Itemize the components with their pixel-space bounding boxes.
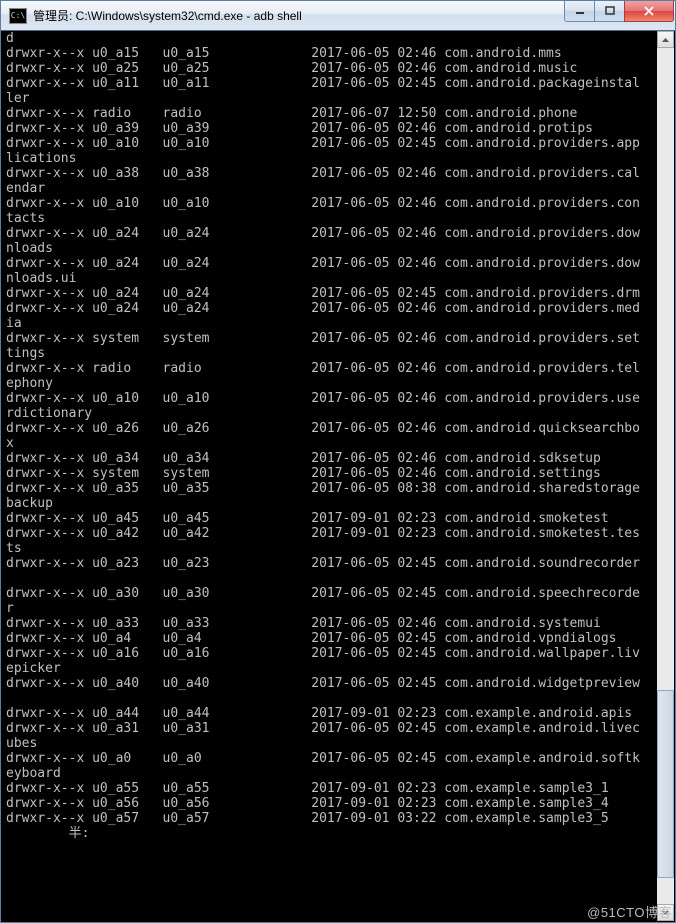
cmd-window: C:\ 管理员: C:\Windows\system32\cmd.exe - a…: [0, 0, 676, 923]
scroll-up-button[interactable]: [657, 31, 674, 48]
scroll-thumb[interactable]: [657, 690, 674, 878]
terminal-output: d drwxr-x--x u0_a15 u0_a15 2017-06-05 02…: [2, 31, 674, 841]
vertical-scrollbar[interactable]: [657, 31, 674, 921]
cmd-icon: C:\: [9, 8, 27, 24]
title-bar[interactable]: C:\ 管理员: C:\Windows\system32\cmd.exe - a…: [1, 1, 675, 31]
watermark: @51CTO博客: [587, 902, 672, 921]
maximize-button[interactable]: [594, 1, 625, 22]
minimize-button[interactable]: [564, 1, 595, 22]
close-button[interactable]: [624, 1, 674, 22]
window-title: 管理员: C:\Windows\system32\cmd.exe - adb s…: [33, 7, 565, 24]
scroll-track[interactable]: [657, 48, 674, 904]
terminal-area[interactable]: d drwxr-x--x u0_a15 u0_a15 2017-06-05 02…: [2, 31, 674, 921]
window-controls: [565, 1, 674, 21]
